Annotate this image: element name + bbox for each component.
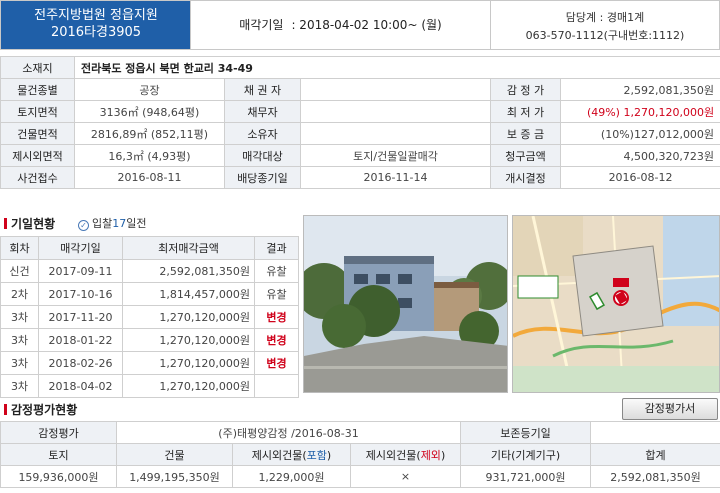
excluded-area-label: 제시외면적 <box>0 144 75 167</box>
creditor-label: 채 권 자 <box>224 78 301 101</box>
land-area-value: 3136㎡ (948,64평) <box>74 100 225 123</box>
col-result: 결과 <box>254 236 299 260</box>
history-table: 회차 매각기일 최저매각금액 결과 신건 2017-09-11 2,592,08… <box>0 236 299 398</box>
contact-box: 담당계 : 경매1계 063-570-1112(구내번호:1112) <box>491 1 720 49</box>
col-price: 최저매각금액 <box>122 236 255 260</box>
location-map[interactable] <box>512 215 720 393</box>
property-photo[interactable] <box>303 215 508 393</box>
col-date: 매각기일 <box>38 236 123 260</box>
section-bar <box>4 218 7 229</box>
start-value: 2016-08-12 <box>559 166 720 189</box>
claim-value: 4,500,320,723원 <box>559 144 720 167</box>
sale-target-value: 토지/건물일괄매각 <box>300 144 491 167</box>
col-total: 합계 <box>590 443 720 466</box>
min-price-value: (49%) 1,270,120,000원 <box>559 100 720 123</box>
history-title: 기일현황 <box>4 215 55 232</box>
creditor-value <box>300 78 491 101</box>
owner-label: 소유자 <box>224 122 301 145</box>
col-etc: 기타(기계기구) <box>460 443 592 466</box>
registry-label: 보존등기일 <box>460 421 592 444</box>
auction-date-label: 매각기일 <box>239 18 284 32</box>
sale-target-label: 매각대상 <box>224 144 301 167</box>
case-header: 전주지방법원 정읍지원 2016타경3905 매각기일 : 2018-04-02 … <box>0 0 720 50</box>
appraisal-label: 감정평가 <box>0 421 117 444</box>
deposit-label: 보 증 금 <box>490 122 561 145</box>
map-image <box>513 216 719 392</box>
table-row: 3차 2018-01-22 1,270,120,000원 변경 <box>0 328 299 352</box>
registry-value <box>590 421 720 444</box>
excluded-included-value: 1,229,000원 <box>232 465 351 488</box>
property-info-table: 소재지 전라북도 정읍시 북면 한교리 34-49 물건종별 공장 채 권 자 … <box>0 56 720 189</box>
bid-days-number: 17 <box>112 217 127 230</box>
building-photo-image <box>304 216 507 392</box>
col-land: 토지 <box>0 443 117 466</box>
appraisal-report-button[interactable]: 감정평가서 <box>622 398 718 420</box>
appraisal-label: 감 정 가 <box>490 78 561 101</box>
check-icon: ✓ <box>78 220 89 231</box>
building-value: 1,499,195,350원 <box>116 465 233 488</box>
start-label: 개시결정 <box>490 166 561 189</box>
table-row: 신건 2017-09-11 2,592,081,350원 유찰 <box>0 259 299 283</box>
phone-number: 063-570-1112(구내번호:1112) <box>525 29 685 42</box>
deposit-value: (10%)127,012,000원 <box>559 122 720 145</box>
court-box: 전주지방법원 정읍지원 2016타경3905 <box>1 1 191 49</box>
department: 담당계 : 경매1계 <box>565 11 645 24</box>
case-received-value: 2016-08-11 <box>74 166 225 189</box>
appraisal-title: 감정평가현황 <box>4 401 77 418</box>
table-row: 2차 2017-10-16 1,814,457,000원 유찰 <box>0 282 299 306</box>
debtor-label: 채무자 <box>224 100 301 123</box>
case-number: 2016타경3905 <box>50 25 142 40</box>
table-row: 3차 2018-02-26 1,270,120,000원 변경 <box>0 351 299 375</box>
building-area-value: 2816,89㎡ (852,11평) <box>74 122 225 145</box>
item-type-label: 물건종별 <box>0 78 75 101</box>
bid-countdown: ✓ 입찰17일전 <box>78 215 147 231</box>
col-round: 회차 <box>0 236 39 260</box>
col-excluded-excluded: 제시외건물(제외) <box>349 443 462 466</box>
item-type-value: 공장 <box>74 78 225 101</box>
etc-value: 931,721,000원 <box>460 465 592 488</box>
col-building: 건물 <box>116 443 233 466</box>
location-label: 소재지 <box>0 56 75 79</box>
appraiser-value: (주)태평양감정 /2016-08-31 <box>115 421 462 444</box>
auction-date-box: 매각기일 : 2018-04-02 10:00~ (월) <box>191 1 491 49</box>
total-value: 2,592,081,350원 <box>590 465 720 488</box>
debtor-value <box>300 100 491 123</box>
case-received-label: 사건접수 <box>0 166 75 189</box>
section-bar <box>4 404 7 415</box>
col-excluded-included: 제시외건물(포함) <box>232 443 351 466</box>
excluded-excluded-value: × <box>349 465 462 488</box>
table-row: 3차 2018-04-02 1,270,120,000원 <box>0 374 299 398</box>
dividend-label: 배당종기일 <box>224 166 301 189</box>
land-area-label: 토지면적 <box>0 100 75 123</box>
claim-label: 청구금액 <box>490 144 561 167</box>
appraisal-value: 2,592,081,350원 <box>559 78 720 101</box>
owner-value <box>300 122 491 145</box>
building-area-label: 건물면적 <box>0 122 75 145</box>
location-value: 전라북도 정읍시 북면 한교리 34-49 <box>73 56 720 79</box>
dividend-value: 2016-11-14 <box>300 166 491 189</box>
appraisal-table: 감정평가 (주)태평양감정 /2016-08-31 보존등기일 토지 건물 제시… <box>0 421 720 488</box>
court-name: 전주지방법원 정읍지원 <box>34 8 158 23</box>
min-price-label: 최 저 가 <box>490 100 561 123</box>
land-value: 159,936,000원 <box>0 465 117 488</box>
auction-date: : 2018-04-02 10:00~ (월) <box>291 18 442 32</box>
table-row: 3차 2017-11-20 1,270,120,000원 변경 <box>0 305 299 329</box>
excluded-area-value: 16,3㎡ (4,93평) <box>74 144 225 167</box>
